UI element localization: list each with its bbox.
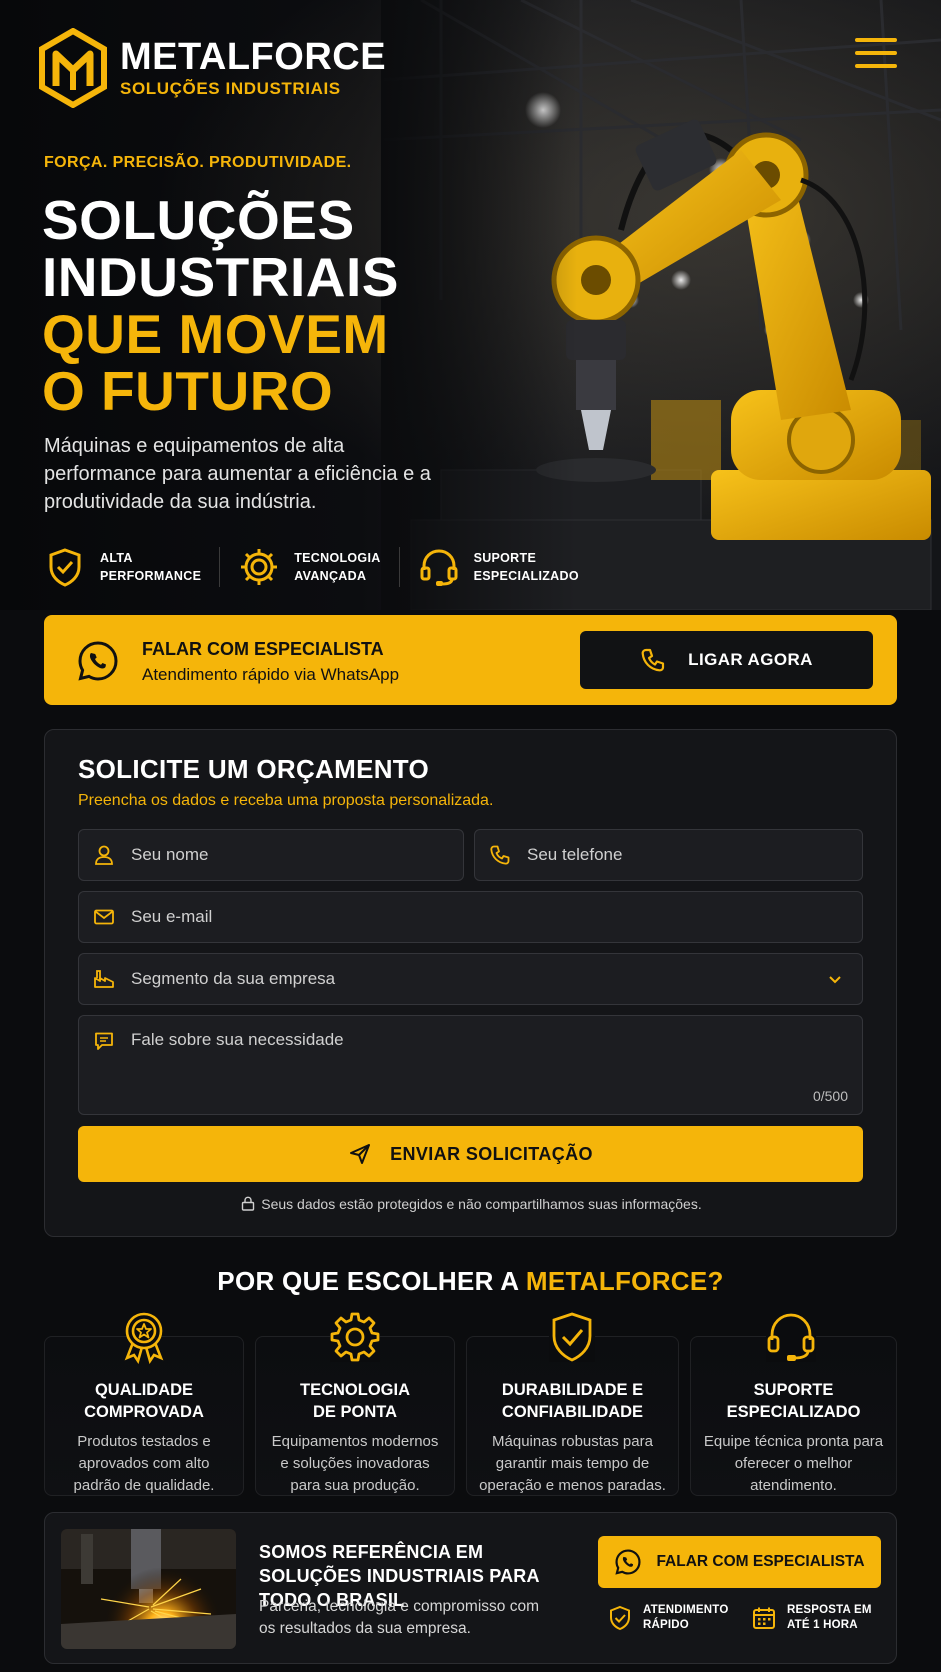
chevron-down-icon (829, 976, 841, 984)
phone-field[interactable]: Seu telefone (474, 829, 863, 881)
shield-check-icon (610, 1605, 630, 1631)
hexagon-m-logo-icon (39, 28, 107, 108)
shield-check-icon (549, 1312, 595, 1362)
hero-features: ALTA PERFORMANCE TECNOLOGIA AVANÇADA SUP… (44, 546, 579, 588)
brand-logo[interactable]: METALFORCE SOLUÇÕES INDUSTRIAIS (38, 28, 386, 108)
brand-name: METALFORCE (120, 36, 387, 78)
form-subtitle: Preencha os dados e receba uma proposta … (78, 792, 494, 809)
badge-fast-service: ATENDIMENTO RÁPIDO (607, 1603, 728, 1633)
hero-lead-text: Máquinas e equipamentos de alta performa… (44, 435, 431, 513)
why-card-head-line2: CONFIABILIDADE (501, 1403, 644, 1421)
why-card-text: Produtos testados e aprovados com alto p… (73, 1433, 215, 1494)
whatsapp-icon (78, 641, 118, 681)
char-counter: 0/500 (812, 1088, 848, 1104)
privacy-text: Seus dados estão protegidos e não compar… (261, 1196, 702, 1212)
feature-tecnologia-avancada: TECNOLOGIA AVANÇADA (238, 546, 380, 588)
email-field[interactable]: Seu e-mail (78, 891, 863, 943)
headset-icon (766, 1312, 816, 1362)
talk-to-specialist-button[interactable]: FALAR COM ESPECIALISTA (598, 1536, 881, 1588)
feature-label-line2: AVANÇADA (294, 569, 367, 583)
why-card-head-line2: DE PONTA (312, 1403, 398, 1421)
cta-subtitle: Atendimento rápido via WhatsApp (142, 665, 400, 684)
factory-icon (94, 970, 114, 988)
feature-label-line2: ESPECIALIZADO (473, 569, 579, 583)
send-icon (350, 1144, 371, 1164)
badge-response-time: RESPOSTA EM ATÉ 1 HORA (751, 1603, 872, 1633)
name-field[interactable]: Seu nome (78, 829, 464, 881)
whatsapp-cta-bar[interactable]: FALAR COM ESPECIALISTA Atendimento rápid… (44, 615, 897, 705)
hero-section: METALFORCE SOLUÇÕES INDUSTRIAIS FORÇA. P… (0, 0, 941, 610)
feature-label-line1: TECNOLOGIA (294, 551, 381, 565)
feature-alta-performance: ALTA PERFORMANCE (44, 546, 201, 588)
hero-headline: SOLUÇÕES INDUSTRIAIS QUE MOVEM O FUTURO (42, 192, 399, 420)
talk-to-specialist-label: FALAR COM ESPECIALISTA (656, 1553, 865, 1570)
why-card-head-line1: DURABILIDADE E (501, 1381, 644, 1399)
email-placeholder: Seu e-mail (131, 907, 213, 926)
feature-label-line1: SUPORTE (473, 551, 537, 565)
why-card-head-line1: SUPORTE (753, 1381, 834, 1399)
robot-arm-illustration (381, 0, 941, 610)
divider (219, 547, 221, 587)
shield-check-icon (49, 548, 81, 587)
segment-select[interactable]: Segmento da sua empresa (78, 953, 863, 1005)
user-icon (95, 845, 113, 865)
divider (398, 547, 400, 587)
why-card-head-line2: ESPECIALIZADO (726, 1403, 861, 1421)
gear-icon (330, 1312, 380, 1362)
call-now-label: LIGAR AGORA (688, 650, 813, 669)
feature-label-line1: ALTA (100, 551, 133, 565)
lock-icon (242, 1196, 255, 1211)
quote-form-card: SOLICITE UM ORÇAMENTO Preencha os dados … (44, 729, 897, 1237)
why-section-title: POR QUE ESCOLHER A METALFORCE? (0, 1266, 941, 1297)
headline-line-1: SOLUÇÕES (42, 189, 355, 251)
headset-icon (420, 549, 458, 586)
privacy-note: Seus dados estão protegidos e não compar… (45, 1196, 898, 1212)
mail-icon (94, 909, 114, 925)
name-placeholder: Seu nome (131, 845, 209, 864)
badge-line2: RÁPIDO (643, 1619, 689, 1631)
badge-line1: RESPOSTA EM (787, 1604, 872, 1616)
cta-title: FALAR COM ESPECIALISTA (142, 639, 384, 659)
message-textarea[interactable]: Fale sobre sua necessidade 0/500 (78, 1015, 863, 1115)
brand-subtitle: SOLUÇÕES INDUSTRIAIS (120, 79, 341, 98)
why-card-text: Equipe técnica pronta para oferecer o me… (703, 1433, 884, 1494)
badge-line1: ATENDIMENTO (643, 1604, 729, 1616)
badge-line2: ATÉ 1 HORA (787, 1619, 858, 1631)
feature-suporte-especializado: SUPORTE ESPECIALIZADO (418, 546, 579, 588)
message-placeholder: Fale sobre sua necessidade (131, 1030, 344, 1049)
segment-placeholder: Segmento da sua empresa (131, 969, 336, 988)
submit-label: ENVIAR SOLICITAÇÃO (390, 1143, 593, 1164)
form-title: SOLICITE UM ORÇAMENTO (78, 754, 430, 784)
award-icon (124, 1312, 164, 1364)
chat-icon (95, 1032, 113, 1050)
banner-text: Parceria, tecnologia e compromisso com o… (259, 1598, 539, 1637)
whatsapp-icon (615, 1549, 641, 1575)
calendar-icon (753, 1607, 775, 1629)
feature-label-line2: PERFORMANCE (100, 569, 202, 583)
call-now-button[interactable]: LIGAR AGORA (580, 631, 873, 689)
headline-line-3: QUE MOVEM (42, 303, 389, 365)
hero-tagline: FORÇA. PRECISÃO. PRODUTIVIDADE. (44, 154, 352, 171)
why-card-text: Equipamentos modernos e soluções inovado… (271, 1433, 439, 1494)
gear-icon (241, 549, 278, 585)
why-card-head-line2: COMPROVADA (84, 1403, 204, 1421)
phone-icon (641, 648, 665, 672)
why-card-head-line1: TECNOLOGIA (300, 1381, 410, 1399)
headline-line-2: INDUSTRIAIS (42, 246, 399, 308)
why-title-brand: METALFORCE? (525, 1266, 724, 1296)
why-title-prefix: POR QUE ESCOLHER A (217, 1266, 526, 1296)
why-card-head-line1: QUALIDADE (94, 1381, 194, 1399)
phone-icon (490, 845, 510, 865)
submit-button[interactable]: ENVIAR SOLICITAÇÃO (78, 1126, 863, 1182)
reference-banner: SOMOS REFERÊNCIA EM SOLUÇÕES INDUSTRIAIS… (44, 1512, 897, 1664)
why-card-text: Máquinas robustas para garantir mais tem… (479, 1433, 666, 1494)
headline-line-4: O FUTURO (42, 360, 334, 422)
hamburger-menu-icon[interactable] (855, 38, 897, 72)
phone-placeholder: Seu telefone (527, 845, 623, 864)
cnc-machining-image (61, 1529, 236, 1649)
